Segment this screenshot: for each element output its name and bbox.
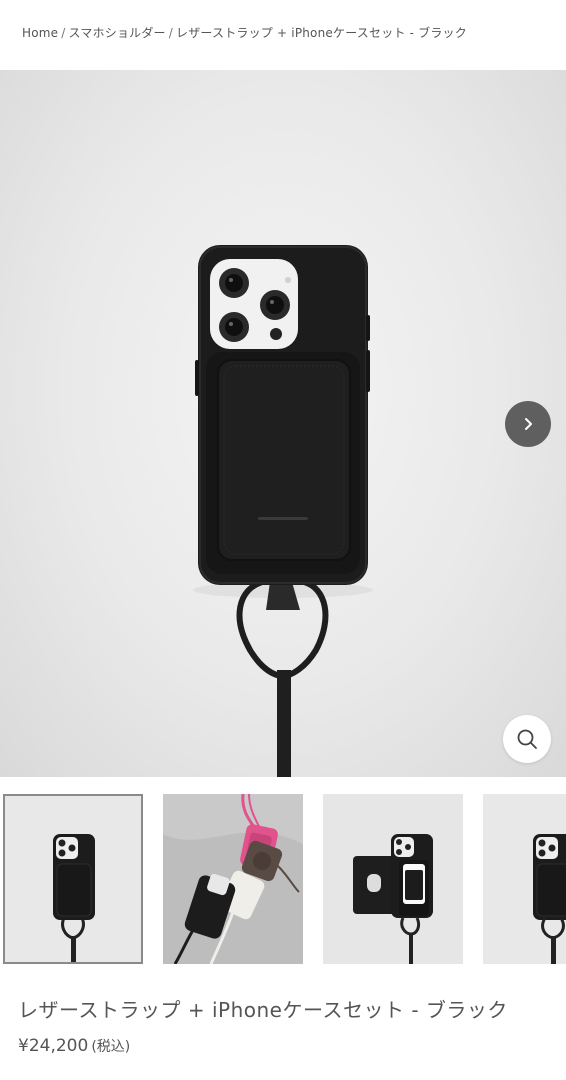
product-title: レザーストラップ + iPhoneケースセット - ブラック	[18, 998, 508, 1022]
breadcrumb-home-link[interactable]: Home	[22, 26, 58, 40]
product-price-row: ¥24,200 (税込)	[18, 1036, 130, 1056]
product-main-image[interactable]	[0, 70, 566, 777]
thumbnail-1[interactable]	[3, 794, 143, 964]
thumbnail-4[interactable]	[483, 794, 566, 964]
product-price: ¥24,200	[18, 1036, 89, 1056]
thumbnail-2[interactable]	[163, 794, 303, 964]
thumbnail-black-case-image	[5, 796, 141, 962]
next-image-button[interactable]	[505, 401, 551, 447]
breadcrumb: Home / スマホショルダー / レザーストラップ + iPhoneケースセット - …	[22, 24, 467, 44]
thumbnail-strip	[0, 794, 566, 966]
breadcrumb-current: レザーストラップ + iPhoneケースセット - ブラック	[176, 26, 467, 40]
breadcrumb-separator: /	[168, 26, 173, 40]
thumbnail-colorful-cases-image	[163, 794, 303, 964]
product-photo-case	[193, 245, 373, 777]
zoom-button[interactable]	[503, 715, 551, 763]
breadcrumb-category-link[interactable]: スマホショルダー	[69, 26, 166, 40]
thumbnail-3[interactable]	[323, 794, 463, 964]
breadcrumb-separator: /	[61, 26, 66, 40]
search-icon	[517, 729, 537, 749]
thumbnail-card-pocket-image	[323, 794, 463, 964]
tax-label: (税込)	[91, 1039, 131, 1055]
thumbnail-black-case-partial-image	[483, 794, 566, 964]
chevron-right-icon	[525, 418, 532, 430]
